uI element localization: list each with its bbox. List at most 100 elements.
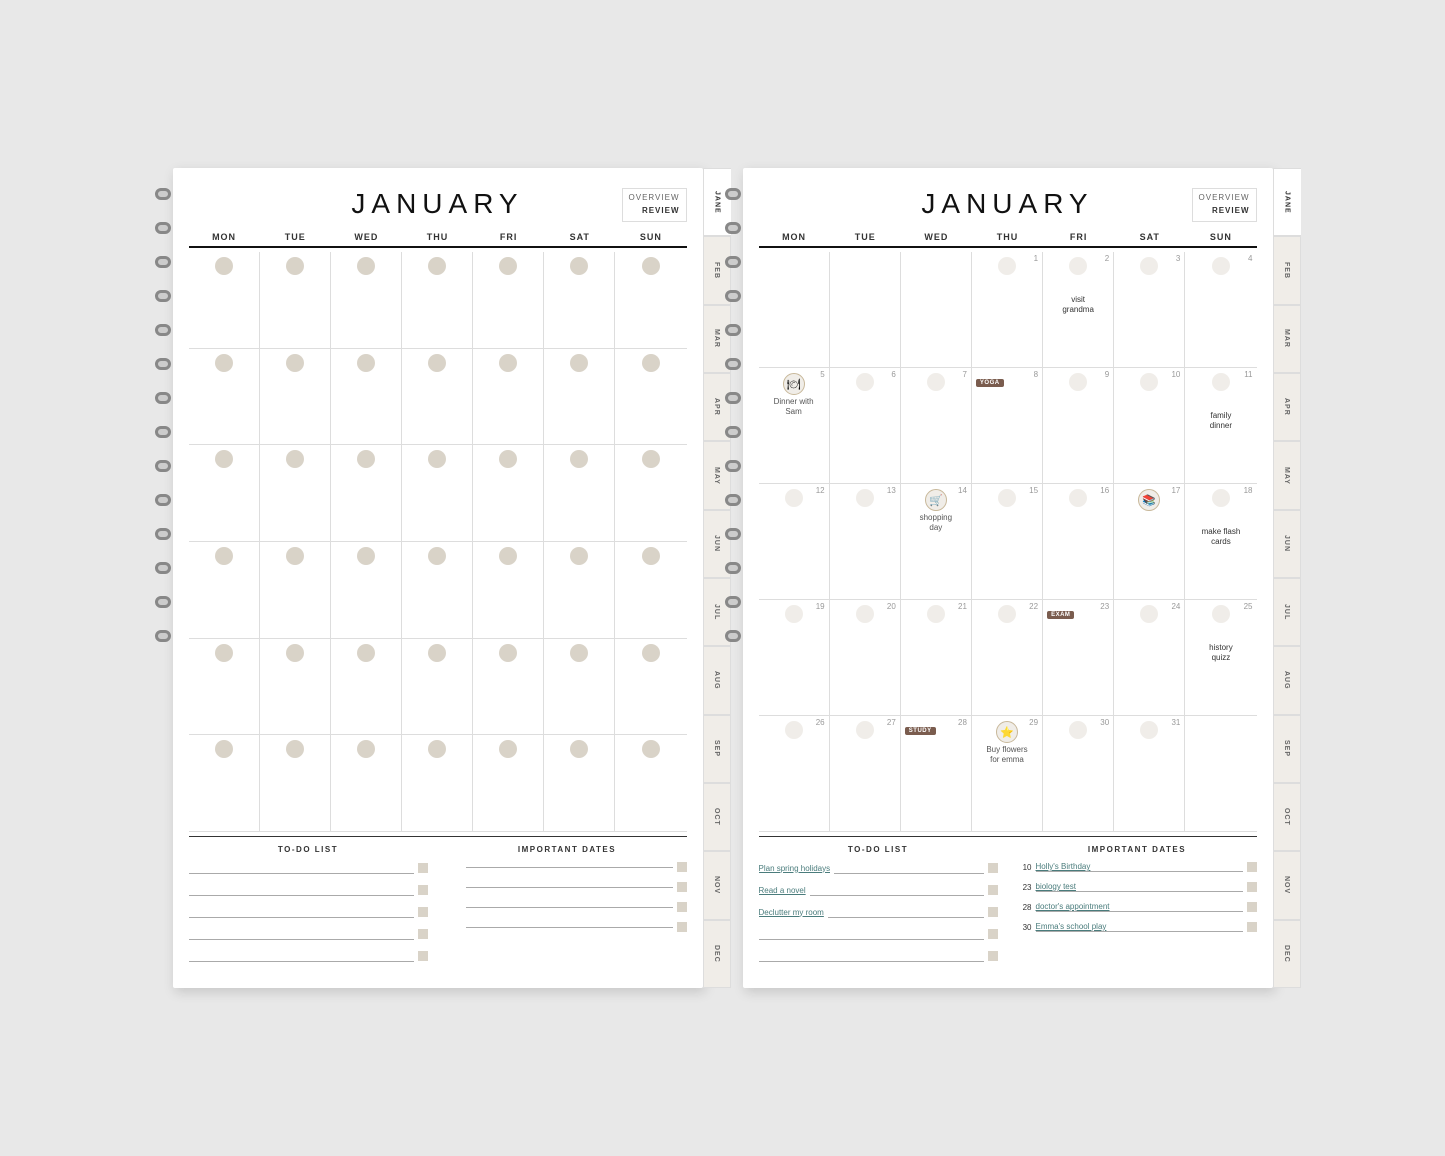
nav-overview[interactable]: OVERVIEW — [1199, 192, 1250, 205]
calendar-cell[interactable]: 20 — [830, 600, 901, 715]
calendar-cell[interactable] — [1185, 716, 1256, 831]
calendar-cell[interactable] — [189, 445, 260, 541]
calendar-cell[interactable] — [615, 349, 686, 445]
calendar-cell[interactable]: 26 — [759, 716, 830, 831]
important-checkbox[interactable] — [677, 882, 687, 892]
nav-review[interactable]: REVIEW — [642, 205, 680, 218]
important-checkbox[interactable] — [1247, 882, 1257, 892]
calendar-cell[interactable] — [331, 252, 402, 348]
calendar-cell[interactable] — [402, 252, 473, 348]
calendar-cell[interactable]: 28STUDY — [901, 716, 972, 831]
todo-checkbox[interactable] — [988, 951, 998, 961]
tab-mar[interactable]: MAR — [1273, 305, 1301, 373]
important-item[interactable]: 30Emma's school play — [1018, 922, 1257, 932]
tab-may[interactable]: MAY — [1273, 441, 1301, 509]
tab-aug[interactable]: AUG — [703, 646, 731, 714]
calendar-cell[interactable] — [615, 639, 686, 735]
calendar-cell[interactable] — [189, 542, 260, 638]
important-checkbox[interactable] — [1247, 902, 1257, 912]
calendar-cell[interactable] — [473, 349, 544, 445]
important-checkbox[interactable] — [677, 922, 687, 932]
calendar-cell[interactable] — [759, 252, 830, 367]
todo-item[interactable] — [189, 928, 428, 940]
calendar-cell[interactable] — [260, 639, 331, 735]
todo-item[interactable]: Read a novel — [759, 884, 998, 896]
calendar-cell[interactable] — [402, 445, 473, 541]
todo-checkbox[interactable] — [418, 907, 428, 917]
calendar-cell[interactable] — [544, 445, 615, 541]
calendar-cell[interactable] — [402, 542, 473, 638]
todo-checkbox[interactable] — [418, 929, 428, 939]
calendar-cell[interactable]: 13 — [830, 484, 901, 599]
calendar-cell[interactable] — [260, 349, 331, 445]
todo-checkbox[interactable] — [988, 863, 998, 873]
tab-jun[interactable]: JUN — [1273, 510, 1301, 578]
tab-dec[interactable]: DEC — [1273, 920, 1301, 988]
important-checkbox[interactable] — [677, 862, 687, 872]
calendar-cell[interactable]: 2visit grandma — [1043, 252, 1114, 367]
important-item[interactable] — [448, 862, 687, 872]
nav-review[interactable]: REVIEW — [1212, 205, 1250, 218]
calendar-cell[interactable]: 25history quizz — [1185, 600, 1256, 715]
tab-nov[interactable]: NOV — [703, 851, 731, 919]
important-item[interactable]: 28doctor's appointment — [1018, 902, 1257, 912]
important-item[interactable]: 10Holly's Birthday — [1018, 862, 1257, 872]
todo-checkbox[interactable] — [418, 863, 428, 873]
todo-checkbox[interactable] — [988, 907, 998, 917]
calendar-cell[interactable] — [615, 252, 686, 348]
todo-item[interactable] — [189, 950, 428, 962]
calendar-cell[interactable] — [260, 445, 331, 541]
calendar-cell[interactable] — [473, 639, 544, 735]
important-checkbox[interactable] — [1247, 922, 1257, 932]
important-item[interactable] — [448, 882, 687, 892]
tab-feb[interactable]: FEB — [1273, 236, 1301, 304]
tab-oct[interactable]: OCT — [703, 783, 731, 851]
calendar-cell[interactable] — [331, 735, 402, 831]
calendar-cell[interactable] — [544, 252, 615, 348]
calendar-cell[interactable]: 3 — [1114, 252, 1185, 367]
tab-aug[interactable]: AUG — [1273, 646, 1301, 714]
calendar-cell[interactable]: 31 — [1114, 716, 1185, 831]
calendar-cell[interactable]: 24 — [1114, 600, 1185, 715]
calendar-cell[interactable]: 9 — [1043, 368, 1114, 483]
calendar-cell[interactable] — [331, 542, 402, 638]
calendar-cell[interactable] — [189, 639, 260, 735]
calendar-cell[interactable]: 10 — [1114, 368, 1185, 483]
todo-item[interactable] — [759, 928, 998, 940]
calendar-cell[interactable] — [331, 639, 402, 735]
calendar-cell[interactable]: 8YOGA — [972, 368, 1043, 483]
calendar-cell[interactable]: 16 — [1043, 484, 1114, 599]
calendar-cell[interactable]: 1 — [972, 252, 1043, 367]
calendar-cell[interactable] — [473, 542, 544, 638]
calendar-cell[interactable]: 6 — [830, 368, 901, 483]
tab-apr[interactable]: APR — [1273, 373, 1301, 441]
important-checkbox[interactable] — [677, 902, 687, 912]
calendar-cell[interactable] — [615, 445, 686, 541]
calendar-cell[interactable]: 7 — [901, 368, 972, 483]
calendar-cell[interactable] — [544, 349, 615, 445]
todo-checkbox[interactable] — [418, 951, 428, 961]
calendar-cell[interactable]: 30 — [1043, 716, 1114, 831]
important-item[interactable] — [448, 902, 687, 912]
todo-checkbox[interactable] — [418, 885, 428, 895]
todo-item[interactable]: Plan spring holidays — [759, 862, 998, 874]
calendar-cell[interactable] — [402, 639, 473, 735]
calendar-cell[interactable] — [615, 735, 686, 831]
todo-checkbox[interactable] — [988, 929, 998, 939]
calendar-cell[interactable] — [260, 735, 331, 831]
calendar-cell[interactable] — [189, 252, 260, 348]
calendar-cell[interactable] — [830, 252, 901, 367]
calendar-cell[interactable]: 4 — [1185, 252, 1256, 367]
todo-item[interactable] — [189, 884, 428, 896]
tab-jane[interactable]: JANE — [1273, 168, 1301, 236]
calendar-cell[interactable]: 21 — [901, 600, 972, 715]
calendar-cell[interactable]: 18make flash cards — [1185, 484, 1256, 599]
tab-sep[interactable]: SEP — [703, 715, 731, 783]
nav-overview[interactable]: OVERVIEW — [629, 192, 680, 205]
important-item[interactable] — [448, 922, 687, 932]
calendar-cell[interactable]: 27 — [830, 716, 901, 831]
calendar-cell[interactable]: 15 — [972, 484, 1043, 599]
tab-sep[interactable]: SEP — [1273, 715, 1301, 783]
calendar-cell[interactable] — [189, 735, 260, 831]
calendar-cell[interactable]: 23EXAM — [1043, 600, 1114, 715]
